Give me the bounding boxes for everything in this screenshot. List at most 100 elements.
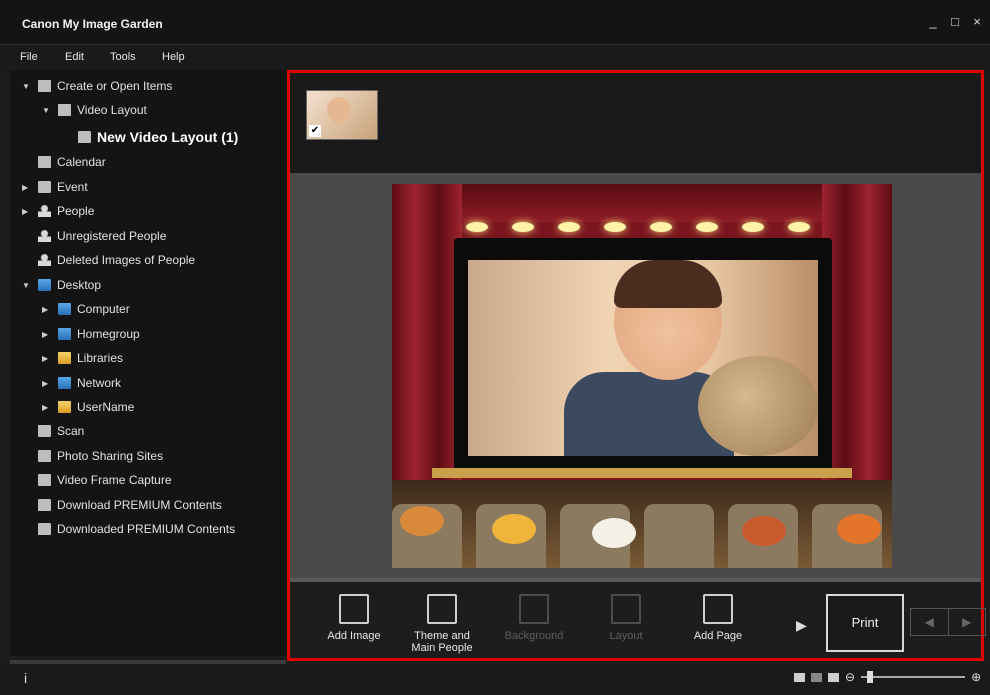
sidebar-item-label: Video Layout	[77, 103, 147, 117]
theme-and-main-people-button[interactable]: Theme and Main People	[402, 590, 482, 656]
stage-floor	[432, 468, 852, 478]
view-mode-alt-icon[interactable]	[811, 672, 822, 682]
calendar-icon	[38, 156, 51, 168]
sidebar-item-computer[interactable]: ▶ Computer	[42, 299, 130, 319]
sidebar-item-label: Desktop	[57, 278, 102, 292]
add-image-label: Add Image	[327, 630, 381, 642]
deleted-people-icon	[38, 254, 51, 266]
expand-arrow-icon[interactable]: ▶	[22, 183, 32, 192]
sidebar-item-download-premium[interactable]: Download PREMIUM Contents	[38, 495, 222, 515]
event-icon	[38, 181, 51, 193]
print-button[interactable]: Print	[826, 594, 904, 652]
layout-photo[interactable]	[468, 260, 818, 456]
audience-animal	[592, 518, 636, 548]
sidebar-item-scan[interactable]: Scan	[38, 421, 84, 441]
thumbnail-face	[327, 97, 351, 123]
network-icon	[58, 377, 71, 389]
menu-tools[interactable]: Tools	[110, 51, 136, 63]
app-window: Canon My Image Garden _ □ × File Edit To…	[0, 0, 990, 695]
maximize-button[interactable]: □	[948, 14, 962, 29]
view-mode-icon[interactable]	[794, 672, 805, 682]
sidebar-item-desktop[interactable]: ▼ Desktop	[22, 275, 101, 295]
photo-child-hair	[614, 260, 722, 308]
menu-bar: File Edit Tools Help	[0, 45, 990, 69]
audience-animal	[492, 514, 536, 544]
add-image-button[interactable]: Add Image	[314, 590, 394, 656]
username-icon	[58, 401, 71, 413]
fit-view-icon[interactable]	[828, 672, 839, 682]
stage-light	[788, 222, 810, 232]
sidebar-item-create-or-open-items[interactable]: ▼ Create or Open Items	[22, 76, 172, 96]
sidebar-item-photo-sharing-sites[interactable]: Photo Sharing Sites	[38, 446, 163, 466]
sidebar-item-people[interactable]: ▶ People	[22, 201, 94, 221]
sidebar-item-label: Event	[57, 180, 88, 194]
zoom-in-icon[interactable]: ⊕	[971, 670, 981, 684]
stage-light	[650, 222, 672, 232]
theme-label-line2: Main People	[411, 642, 473, 654]
expand-arrow-icon[interactable]: ▶	[42, 354, 52, 363]
zoom-slider-knob[interactable]	[867, 671, 874, 683]
close-button[interactable]: ×	[970, 14, 984, 29]
window-controls: _ □ ×	[926, 14, 984, 29]
sidebar-item-video-frame-capture[interactable]: Video Frame Capture	[38, 470, 172, 490]
sidebar-item-label: Scan	[57, 424, 85, 438]
layout-button[interactable]: Layout	[586, 590, 666, 656]
right-curtain	[822, 184, 892, 484]
toolbar-next-arrow-icon[interactable]: ▶	[796, 617, 807, 634]
next-page-button[interactable]: ▶	[949, 609, 986, 635]
add-page-button[interactable]: Add Page	[678, 590, 758, 656]
sidebar-item-video-layout[interactable]: ▼ Video Layout	[42, 100, 147, 120]
download-premium-icon	[38, 499, 51, 511]
audience-seat	[644, 504, 714, 568]
sidebar-item-libraries[interactable]: ▶ Libraries	[42, 348, 123, 368]
expand-arrow-icon[interactable]: ▼	[42, 106, 52, 115]
desktop-icon	[38, 279, 51, 291]
stage-light	[604, 222, 626, 232]
sidebar-item-username[interactable]: ▶ UserName	[42, 397, 134, 417]
libraries-icon	[58, 352, 71, 364]
expand-arrow-icon[interactable]: ▼	[22, 281, 32, 290]
minimize-button[interactable]: _	[926, 14, 940, 29]
expand-arrow-icon[interactable]: ▶	[22, 207, 32, 216]
sidebar-item-new-video-layout[interactable]: New Video Layout (1)	[78, 127, 238, 147]
sidebar-item-calendar[interactable]: Calendar	[38, 152, 106, 172]
menu-help[interactable]: Help	[162, 51, 185, 63]
video-layout-preview[interactable]	[392, 184, 892, 568]
sidebar-item-deleted-images-of-people[interactable]: Deleted Images of People	[38, 250, 195, 270]
page-navigation: ◀ ▶	[910, 608, 986, 636]
video-layout-item-icon	[78, 131, 91, 143]
background-label: Background	[504, 630, 564, 642]
sidebar-item-downloaded-premium[interactable]: Downloaded PREMIUM Contents	[38, 519, 235, 539]
info-icon[interactable]: i	[24, 670, 27, 686]
previous-page-button[interactable]: ◀	[911, 609, 949, 635]
zoom-controls: ⊖ ⊕	[794, 670, 981, 684]
expand-arrow-icon[interactable]: ▶	[42, 305, 52, 314]
sidebar-item-label: People	[57, 204, 95, 218]
create-items-icon	[38, 80, 51, 92]
sidebar-item-network[interactable]: ▶ Network	[42, 373, 121, 393]
menu-file[interactable]: File	[20, 51, 38, 63]
sidebar-item-label: Photo Sharing Sites	[57, 449, 164, 463]
add-page-label: Add Page	[693, 630, 743, 642]
expand-arrow-icon[interactable]: ▶	[42, 379, 52, 388]
expand-arrow-icon[interactable]: ▶	[42, 330, 52, 339]
background-button[interactable]: Background	[494, 590, 574, 656]
zoom-slider[interactable]	[861, 671, 966, 683]
sidebar-item-homegroup[interactable]: ▶ Homegroup	[42, 324, 140, 344]
zoom-out-icon[interactable]: ⊖	[845, 670, 855, 684]
title-bar: Canon My Image Garden _ □ ×	[0, 0, 990, 45]
sidebar-item-event[interactable]: ▶ Event	[22, 177, 88, 197]
stage-light	[696, 222, 718, 232]
menu-edit[interactable]: Edit	[65, 51, 84, 63]
expand-arrow-icon[interactable]: ▶	[42, 403, 52, 412]
left-curtain	[392, 184, 462, 484]
expand-arrow-icon[interactable]: ▼	[22, 82, 32, 91]
stage-light	[466, 222, 488, 232]
sidebar-splitter[interactable]	[10, 660, 286, 664]
homegroup-icon	[58, 328, 71, 340]
sidebar-item-unregistered-people[interactable]: Unregistered People	[38, 226, 166, 246]
image-thumbnail[interactable]: ✔	[306, 90, 378, 140]
thumbnail-checkbox[interactable]: ✔	[309, 125, 321, 137]
sidebar-item-label: Create or Open Items	[57, 79, 173, 93]
scan-icon	[38, 425, 51, 437]
